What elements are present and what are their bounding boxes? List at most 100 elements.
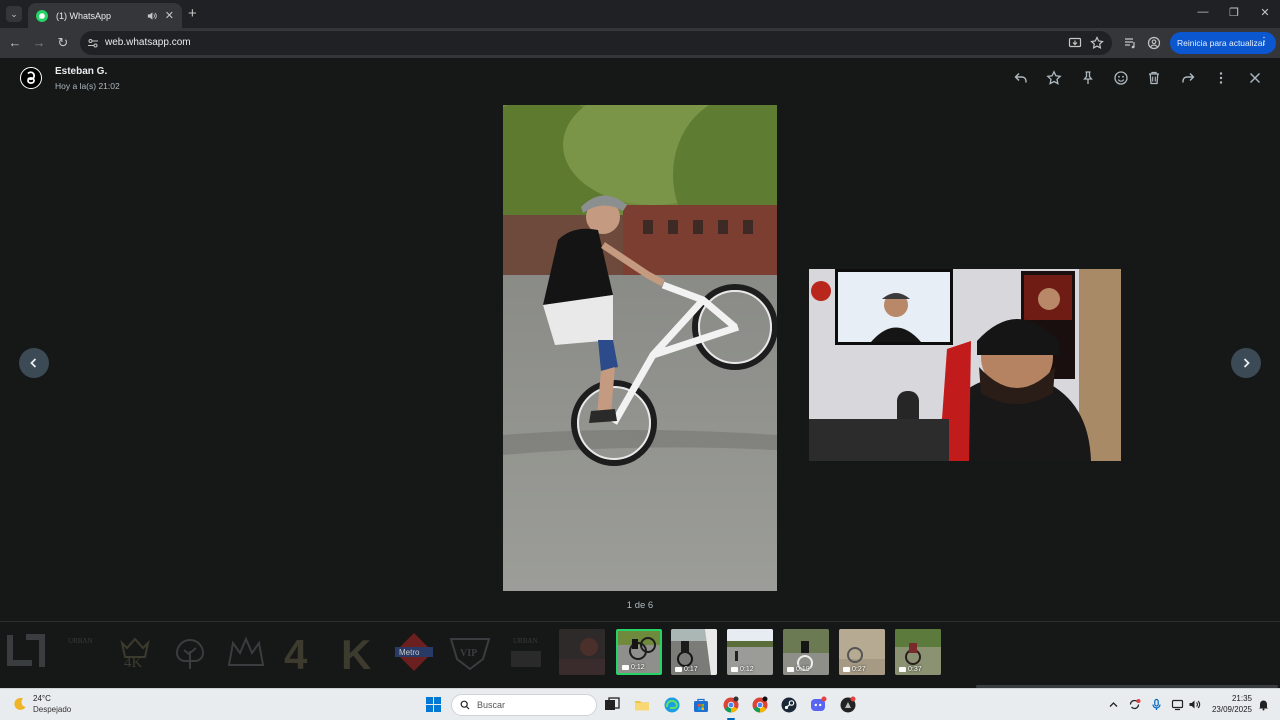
video-duration: 0:37 [899, 666, 922, 673]
thumbnail-urban-logo-sticker[interactable] [4, 629, 50, 675]
forward-icon[interactable]: → [31, 35, 47, 51]
thumbnail-tree-sticker[interactable] [167, 629, 213, 675]
thumbnail-4k-crown-sticker[interactable]: 4K [112, 629, 158, 675]
video-duration: 0:12 [622, 664, 645, 671]
chrome-icon[interactable] [721, 695, 741, 720]
thumbnail-video-5[interactable]: 0:27 [839, 629, 885, 675]
avatar[interactable] [20, 67, 42, 89]
video-camera-icon [787, 667, 794, 672]
windows-start-icon[interactable] [425, 696, 442, 713]
thumbnail-video-2[interactable]: 0:17 [671, 629, 717, 675]
microphone-icon[interactable] [1150, 698, 1163, 711]
video-camera-icon [622, 665, 629, 670]
speaker-icon[interactable] [147, 11, 157, 21]
picture-in-picture-video[interactable] [809, 269, 1121, 461]
search-placeholder: Buscar [477, 700, 506, 710]
thumbnail-urban-dark-sticker[interactable]: URBAN [503, 629, 549, 675]
star-icon[interactable] [1046, 70, 1062, 86]
sender-name[interactable]: Esteban G. [55, 66, 107, 77]
chevron-up-icon[interactable] [1107, 698, 1120, 711]
browser-tab-strip: ⌄ (1) WhatsApp ✕ + — ❐ ✕ [0, 0, 1280, 28]
file-explorer-icon[interactable] [632, 695, 652, 715]
media-control-icon[interactable] [1123, 36, 1137, 50]
profile-icon[interactable] [1147, 36, 1161, 50]
url-text: web.whatsapp.com [105, 37, 191, 48]
microsoft-store-icon[interactable] [691, 695, 711, 715]
emoji-react-icon[interactable] [1113, 70, 1129, 86]
steam-icon[interactable] [779, 695, 799, 715]
chrome-profile-icon[interactable] [750, 695, 770, 715]
tab-title: (1) WhatsApp [56, 10, 112, 21]
video-duration: 0:17 [675, 666, 698, 673]
discord-icon[interactable] [808, 695, 828, 715]
close-window-icon[interactable]: ✕ [1258, 6, 1272, 19]
previous-media-button[interactable] [19, 348, 49, 378]
video-camera-icon [675, 667, 682, 672]
thumbnail-4-sticker[interactable]: 4 [279, 629, 325, 675]
restart-to-update-label: Reinicia para actualizar [1177, 38, 1266, 48]
thumbnail-video-6[interactable]: 0:37 [895, 629, 941, 675]
svg-text:URBAN: URBAN [68, 637, 93, 645]
thumbnail-k-sticker[interactable]: K [335, 629, 381, 675]
video-player[interactable] [503, 105, 777, 591]
game-app-icon[interactable] [838, 695, 858, 715]
restore-icon[interactable]: ❐ [1227, 6, 1241, 19]
svg-text:URBAN: URBAN [513, 637, 538, 645]
forward-message-icon[interactable] [1180, 70, 1196, 86]
whatsapp-favicon-icon [36, 9, 48, 22]
svg-text:VIP: VIP [460, 648, 477, 659]
browser-toolbar: ← → ↻ web.whatsapp.com Reinicia para act… [0, 28, 1280, 58]
streamer-video-image [809, 269, 1121, 461]
media-viewer: Esteban G. Hoy a la(s) 21:02 1 de 6 URBA… [0, 58, 1280, 688]
restart-to-update-button[interactable]: Reinicia para actualizar ⋮ [1170, 32, 1276, 54]
address-bar[interactable]: web.whatsapp.com [80, 31, 1112, 55]
svg-text:4: 4 [284, 631, 308, 675]
thumbnail-dark-photo[interactable] [559, 629, 605, 675]
more-menu-icon[interactable]: ⋮ [1259, 37, 1269, 47]
thumbnail-video-4[interactable]: 0:19 [783, 629, 829, 675]
edge-browser-icon[interactable] [662, 695, 682, 715]
thumbnail-metro-sticker[interactable]: Metro [391, 629, 437, 675]
pin-icon[interactable] [1080, 70, 1096, 86]
thumbnail-crown-sticker[interactable] [223, 629, 269, 675]
weather-temperature[interactable]: 24°C [33, 694, 51, 703]
task-view-icon[interactable] [602, 695, 622, 715]
video-camera-icon [731, 667, 738, 672]
delete-icon[interactable] [1146, 70, 1162, 86]
network-icon[interactable] [1171, 698, 1184, 711]
site-info-icon[interactable] [87, 37, 99, 49]
video-frame-image [503, 105, 777, 591]
bookmark-star-icon[interactable] [1090, 36, 1104, 50]
clock-date[interactable]: 23/09/2025 [1206, 705, 1252, 714]
menu-kebab-icon[interactable] [1213, 70, 1229, 86]
taskbar-search-box[interactable]: Buscar [451, 694, 597, 716]
minimize-icon[interactable]: — [1196, 6, 1210, 18]
svg-text:4K: 4K [124, 655, 143, 671]
new-tab-icon[interactable]: + [188, 5, 197, 22]
notification-bell-icon[interactable] [1257, 698, 1270, 711]
reload-icon[interactable]: ↻ [55, 35, 71, 51]
close-viewer-icon[interactable] [1247, 70, 1263, 86]
tab-search-icon[interactable]: ⌄ [6, 6, 22, 22]
thumbnail-video-3[interactable]: 0:12 [727, 629, 773, 675]
tab-close-icon[interactable]: ✕ [165, 9, 174, 22]
svg-text:K: K [341, 631, 371, 675]
thumbnail-urban-text-sticker[interactable]: URBAN [58, 629, 104, 675]
search-icon [460, 700, 470, 710]
message-timestamp: Hoy a la(s) 21:02 [55, 81, 120, 91]
thumbnail-video-1[interactable]: 0:12 [616, 629, 662, 675]
sync-app-tray-icon[interactable] [1128, 698, 1141, 711]
install-app-icon[interactable] [1068, 36, 1082, 50]
tab-whatsapp[interactable]: (1) WhatsApp ✕ [28, 3, 182, 28]
clock-time[interactable]: 21:35 [1212, 694, 1252, 703]
moon-weather-icon[interactable] [12, 696, 28, 712]
next-media-button[interactable] [1231, 348, 1261, 378]
reply-icon[interactable] [1013, 70, 1029, 86]
volume-icon[interactable] [1188, 698, 1201, 711]
thumbnail-vip-badge-sticker[interactable]: VIP [447, 629, 493, 675]
taskbar: 24°C Despejado Buscar 21:35 23/09/2025 [0, 688, 1280, 720]
video-camera-icon [899, 667, 906, 672]
weather-description[interactable]: Despejado [33, 705, 71, 714]
back-icon[interactable]: ← [7, 35, 23, 51]
video-duration: 0:27 [843, 666, 866, 673]
